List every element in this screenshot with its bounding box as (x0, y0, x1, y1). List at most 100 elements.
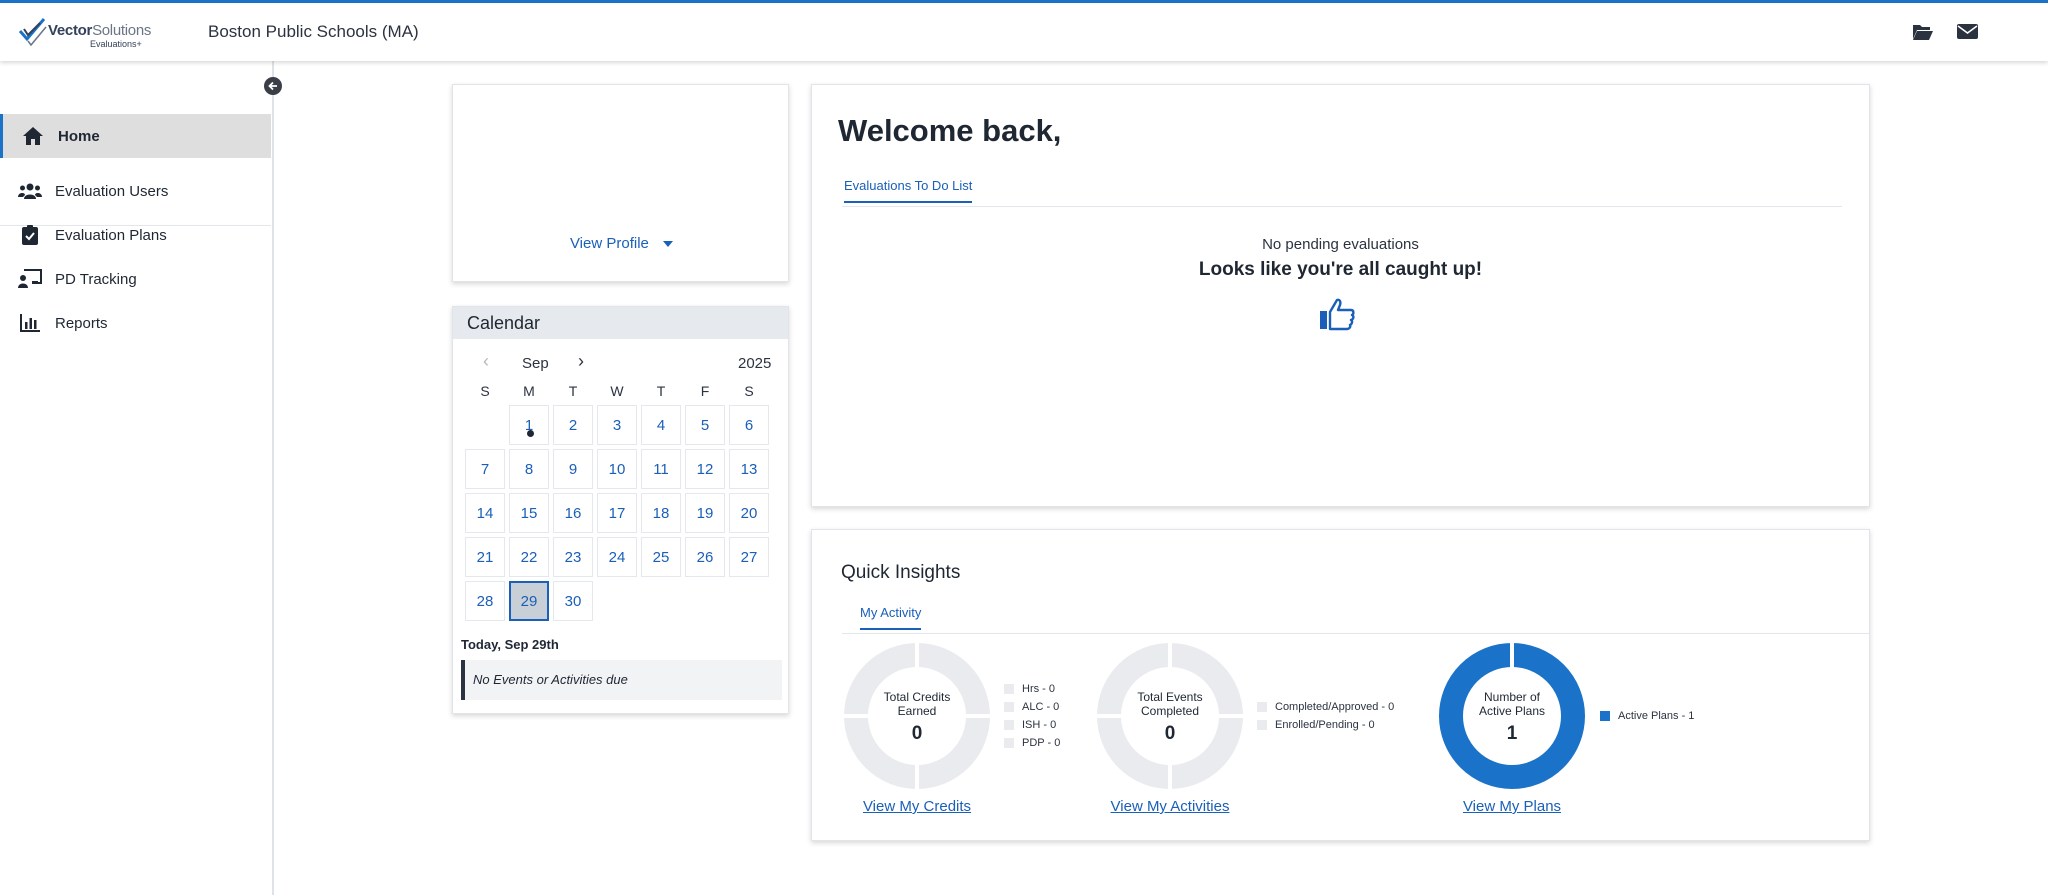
calendar-day[interactable]: 20 (729, 493, 769, 533)
calendar-day[interactable]: 26 (685, 537, 725, 577)
arrow-left-icon (268, 81, 277, 91)
legend-item: ALC - 0 (1004, 698, 1060, 716)
calendar-no-events-message: No Events or Activities due (461, 660, 782, 700)
calendar-day[interactable]: 5 (685, 405, 725, 445)
legend-swatch (1004, 738, 1014, 748)
activities-donut-value: 0 (1164, 723, 1176, 744)
plans-donut-label: Number of Active Plans (1478, 690, 1546, 718)
calendar-title: Calendar (467, 313, 541, 333)
folder-open-icon[interactable] (1912, 22, 1934, 42)
legend-swatch (1004, 702, 1014, 712)
calendar-day[interactable]: 13 (729, 449, 769, 489)
tab-my-activity[interactable]: My Activity (860, 605, 922, 630)
view-my-plans-link[interactable]: View My Plans (1438, 798, 1586, 815)
calendar-day[interactable]: 9 (553, 449, 593, 489)
calendar-weekday: M (523, 383, 535, 399)
calendar-day[interactable]: 27 (729, 537, 769, 577)
welcome-title: Welcome back, (838, 113, 1062, 148)
sidebar: Home Evaluation Users Evaluation Plans P… (0, 61, 274, 895)
app-header: VectorSolutions Evaluations+ Boston Publ… (0, 3, 2048, 61)
calendar-day[interactable]: 23 (553, 537, 593, 577)
calendar-day[interactable]: 14 (465, 493, 505, 533)
view-my-credits-link[interactable]: View My Credits (843, 798, 991, 815)
legend-swatch (1600, 711, 1610, 721)
calendar-day[interactable]: 8 (509, 449, 549, 489)
calendar-day[interactable]: 25 (641, 537, 681, 577)
envelope-icon[interactable] (1957, 23, 1979, 43)
sidebar-collapse-button[interactable] (264, 77, 282, 95)
credits-legend: Hrs - 0 ALC - 0 ISH - 0 PDP - 0 (1004, 680, 1060, 752)
calendar-day[interactable]: 12 (685, 449, 725, 489)
calendar-day[interactable]: 24 (597, 537, 637, 577)
legend-item: Hrs - 0 (1004, 680, 1060, 698)
plans-donut-value: 1 (1506, 723, 1518, 744)
sidebar-item-evaluation-plans[interactable]: Evaluation Plans (0, 213, 271, 257)
calendar-day-today[interactable]: 29 (509, 581, 549, 621)
legend-swatch (1004, 684, 1014, 694)
calendar-next-month-button[interactable]: › (578, 351, 584, 372)
sidebar-item-evaluation-users[interactable]: Evaluation Users (0, 169, 271, 213)
legend-swatch (1257, 720, 1267, 730)
calendar-day[interactable]: 10 (597, 449, 637, 489)
tab-underline (842, 633, 1869, 634)
logo-subtitle: Evaluations+ (90, 39, 142, 49)
calendar-day[interactable]: 16 (553, 493, 593, 533)
legend-item: ISH - 0 (1004, 716, 1060, 734)
sidebar-item-reports[interactable]: Reports (0, 301, 271, 345)
sidebar-item-label: PD Tracking (55, 270, 137, 288)
calendar-day[interactable]: 21 (465, 537, 505, 577)
tab-evaluations-to-do-list[interactable]: Evaluations To Do List (844, 178, 973, 203)
calendar-day[interactable]: 17 (597, 493, 637, 533)
calendar-day[interactable]: 22 (509, 537, 549, 577)
calendar-weekday: S (480, 383, 490, 399)
legend-swatch (1257, 702, 1267, 712)
calendar-card: Calendar ‹ Sep › 2025 SMTWTFS 1234567891… (452, 306, 789, 714)
logo-mark-icon (18, 18, 47, 47)
sidebar-item-pd-tracking[interactable]: PD Tracking (0, 257, 271, 301)
view-profile-label: View Profile (569, 235, 649, 252)
sidebar-item-home[interactable]: Home (0, 114, 271, 158)
view-my-activities-link[interactable]: View My Activities (1096, 798, 1244, 815)
event-dot-icon (527, 430, 534, 437)
vector-solutions-logo[interactable]: VectorSolutions Evaluations+ (18, 15, 152, 51)
sidebar-item-label: Home (58, 127, 100, 145)
activities-donut-label: Total Events Completed (1137, 690, 1203, 718)
legend-item: Completed/Approved - 0 (1257, 698, 1394, 716)
legend-swatch (1004, 720, 1014, 730)
organization-name: Boston Public Schools (MA) (208, 22, 419, 41)
calendar-day[interactable]: 7 (465, 449, 505, 489)
calendar-weekday: T (568, 383, 578, 399)
calendar-day[interactable]: 6 (729, 405, 769, 445)
sidebar-item-label: Evaluation Plans (55, 226, 167, 244)
view-profile-button[interactable]: View Profile (453, 235, 790, 252)
calendar-day[interactable]: 1 (509, 405, 549, 445)
bar-chart-icon (18, 312, 42, 334)
users-icon (18, 180, 42, 202)
calendar-header: Calendar (453, 307, 788, 339)
sidebar-item-label: Evaluation Users (55, 182, 169, 200)
calendar-day[interactable]: 11 (641, 449, 681, 489)
sidebar-item-label: Reports (55, 314, 108, 332)
calendar-year-label: 2025 (738, 355, 772, 372)
calendar-prev-month-button[interactable]: ‹ (483, 351, 489, 372)
caret-down-icon (663, 241, 674, 248)
calendar-day[interactable]: 4 (641, 405, 681, 445)
calendar-day[interactable]: 18 (641, 493, 681, 533)
calendar-today-label: Today, Sep 29th (461, 637, 559, 652)
calendar-day[interactable]: 3 (597, 405, 637, 445)
calendar-day[interactable]: 30 (553, 581, 593, 621)
calendar-day[interactable]: 2 (553, 405, 593, 445)
home-icon (21, 125, 45, 147)
calendar-day[interactable]: 15 (509, 493, 549, 533)
credits-donut-value: 0 (911, 723, 923, 744)
calendar-day[interactable]: 19 (685, 493, 725, 533)
clipboard-check-icon (18, 224, 42, 246)
quick-insights-card: Quick Insights My Activity Total Credits… (811, 529, 1870, 841)
credits-donut-label: Total Credits Earned (883, 690, 951, 718)
logo-text: VectorSolutions (48, 22, 152, 39)
legend-item: PDP - 0 (1004, 734, 1060, 752)
plans-legend: Active Plans - 1 (1600, 707, 1694, 725)
welcome-card: Welcome back, Evaluations To Do List No … (811, 84, 1870, 507)
profile-card: View Profile (452, 84, 789, 282)
calendar-day[interactable]: 28 (465, 581, 505, 621)
